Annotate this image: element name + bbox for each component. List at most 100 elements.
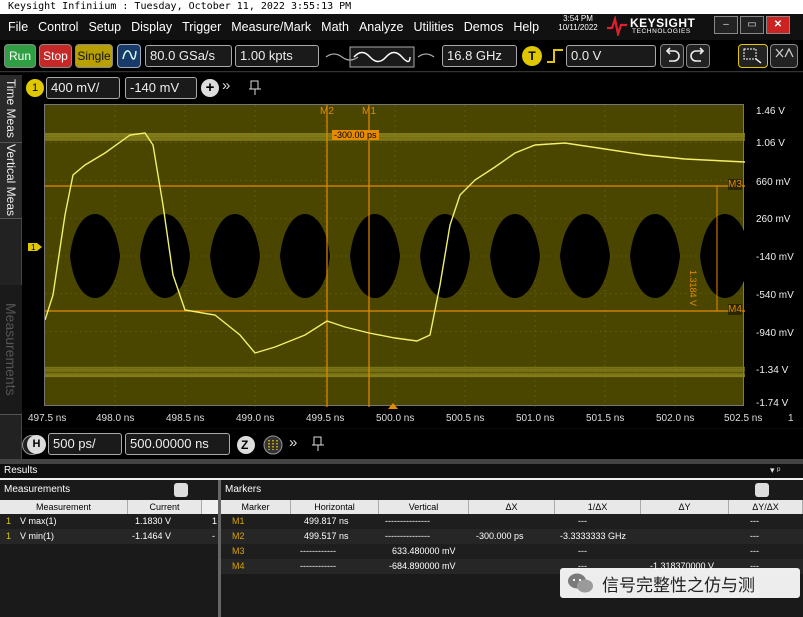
add-icon[interactable]: +: [201, 79, 219, 97]
meas-header-current: Current: [128, 500, 202, 514]
y-tick-label: -940 mV: [756, 328, 794, 339]
menu-setup[interactable]: Setup: [83, 14, 126, 40]
x-tick-label: 499.5 ns: [306, 413, 344, 424]
close-button[interactable]: ✕: [766, 16, 790, 34]
menu-control[interactable]: Control: [33, 14, 83, 40]
marker-header: Vertical: [379, 500, 469, 514]
meas-empty-area: [0, 544, 218, 617]
menu-display[interactable]: Display: [126, 14, 177, 40]
y-tick-label: 260 mV: [756, 214, 790, 225]
marker-delta-y: 1.3184 V: [688, 270, 698, 306]
bandwidth-field[interactable]: 16.8 GHz: [442, 45, 517, 67]
timebase-row: » H 500 ps/ 500.00000 ns Z »: [22, 429, 803, 459]
x-tick-label: 498.0 ns: [96, 413, 134, 424]
tab-measurements[interactable]: Measurements: [0, 285, 22, 415]
svg-text:1: 1: [31, 243, 36, 252]
marker-dy-dx: ---: [750, 544, 759, 558]
menu-demos[interactable]: Demos: [459, 14, 509, 40]
restore-button[interactable]: ▭: [740, 16, 764, 34]
meas-value: -1.1464 V: [132, 529, 171, 543]
x-tick-label: 501.5 ns: [586, 413, 624, 424]
menu-measure-mark[interactable]: Measure/Mark: [226, 14, 316, 40]
bandwidth-filter-icon[interactable]: [324, 46, 440, 68]
single-button[interactable]: Single: [75, 44, 113, 68]
meas-name: V min(1): [20, 529, 54, 543]
trigger-badge[interactable]: T: [522, 46, 542, 66]
memory-depth-field[interactable]: 1.00 kpts: [235, 45, 319, 67]
menu-analyze[interactable]: Analyze: [354, 14, 408, 40]
clock: 3:54 PM 10/11/2022: [552, 14, 604, 32]
timebase-position-field[interactable]: 500.00000 ns: [125, 433, 230, 455]
eye-opening: [140, 214, 190, 298]
meas-extra: -: [212, 529, 215, 543]
menu-file[interactable]: File: [0, 14, 33, 40]
x-tick-label: 500.0 ns: [376, 413, 414, 424]
results-title: Results: [0, 464, 803, 478]
expand-chevron-icon[interactable]: »: [289, 434, 297, 451]
marker-inv-dx: -3.3333333 GHz: [560, 529, 626, 543]
window-title: Keysight Infiniium : Tuesday, October 11…: [0, 0, 803, 14]
marker-delta-x: -300.00 ps: [332, 130, 379, 140]
menu-math[interactable]: Math: [316, 14, 354, 40]
trigger-level-field[interactable]: 0.0 V: [566, 45, 656, 67]
tab-vertical-meas[interactable]: Vertical Meas: [0, 143, 22, 219]
marker-inv-dx: ---: [578, 514, 587, 528]
timebase-scale-field[interactable]: 500 ps/: [48, 433, 122, 455]
redo-button[interactable]: [686, 44, 710, 68]
y-tick-label: -540 mV: [756, 290, 794, 301]
meas-bullet: 1: [6, 514, 11, 528]
x-tick-label: 497.5 ns: [28, 413, 66, 424]
brand-sub: TECHNOLOGIES: [632, 28, 691, 35]
clock-time: 3:54 PM: [552, 14, 604, 23]
marker-name: M4: [232, 559, 245, 573]
channel-offset-field[interactable]: -140 mV: [125, 77, 197, 99]
markers-settings-icon[interactable]: [755, 483, 769, 497]
trigger-edge-icon[interactable]: [545, 46, 565, 66]
results-menu-icon[interactable]: ▾ ᵖ: [770, 465, 780, 476]
scroll-knob-icon[interactable]: [262, 434, 284, 456]
marker-m1-label: M1: [362, 106, 376, 117]
zoom-box-button[interactable]: [738, 44, 768, 68]
eye-diagram-grid[interactable]: [44, 104, 744, 406]
zoom-icon[interactable]: Z: [235, 434, 257, 456]
minimize-button[interactable]: –: [714, 16, 738, 34]
run-button[interactable]: Run: [4, 44, 36, 68]
marker-vertical: 633.480000 mV: [392, 544, 456, 558]
expand-chevron-icon[interactable]: »: [222, 77, 230, 94]
watermark-text: 信号完整性之仿与测: [602, 571, 755, 596]
meas-header-measurement: Measurement: [0, 500, 128, 514]
clock-date: 10/11/2022: [552, 23, 604, 32]
left-tab-strip: Time Meas Vertical Meas Measurements: [0, 75, 22, 465]
svg-text:Z: Z: [241, 438, 248, 452]
measurements-settings-icon[interactable]: [174, 483, 188, 497]
menu-trigger[interactable]: Trigger: [177, 14, 226, 40]
tab-time-meas[interactable]: Time Meas: [0, 75, 22, 143]
marker-m3-label: M3: [728, 179, 742, 190]
trigger-position-icon[interactable]: [387, 402, 399, 410]
channel-1-badge[interactable]: 1: [26, 79, 44, 97]
x-tick-label-extra: 1: [788, 413, 794, 424]
autoscale-button[interactable]: [117, 44, 141, 68]
eye-opening: [490, 214, 540, 298]
meas-extra: 1: [212, 514, 217, 528]
eye-opening: [280, 214, 330, 298]
marker-m2-label: M2: [320, 106, 334, 117]
eye-opening: [560, 214, 610, 298]
channel-scale-field[interactable]: 400 mV/: [46, 77, 120, 99]
y-tick-label: 1.06 V: [756, 138, 785, 149]
y-tick-label: 660 mV: [756, 177, 790, 188]
menu-utilities[interactable]: Utilities: [408, 14, 458, 40]
undo-button[interactable]: [660, 44, 684, 68]
gesture-button[interactable]: [770, 44, 798, 68]
horizontal-badge[interactable]: H: [27, 435, 46, 454]
marker-vertical: ---------------: [385, 529, 430, 543]
y-tick-label: -1.74 V: [756, 398, 788, 409]
sample-rate-field[interactable]: 80.0 GSa/s: [145, 45, 232, 67]
menu-help[interactable]: Help: [508, 14, 544, 40]
pin-icon[interactable]: [311, 436, 325, 452]
stop-button[interactable]: Stop: [39, 44, 72, 68]
x-tick-label: 500.5 ns: [446, 413, 484, 424]
meas-bullet: 1: [6, 529, 11, 543]
pin-icon[interactable]: [248, 80, 262, 96]
channel-ground-marker-icon[interactable]: 1: [26, 238, 44, 256]
